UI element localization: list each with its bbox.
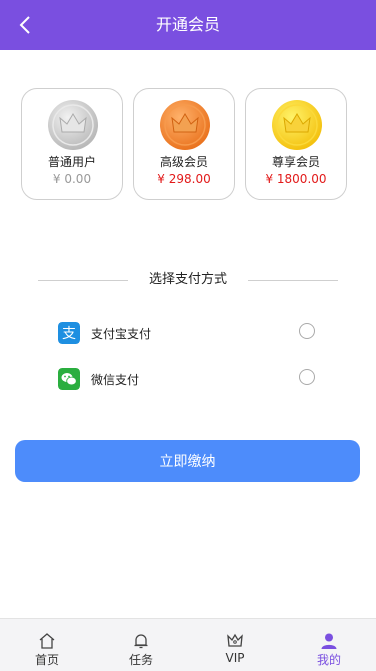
page-title: 开通会员 <box>155 15 220 34</box>
alipay-icon: 支 <box>58 322 80 344</box>
crown-coin-silver-icon <box>48 100 98 150</box>
payment-option-label: 微信支付 <box>91 373 140 387</box>
tier-price: ¥ 298.00 <box>157 172 211 186</box>
tab-tasks[interactable]: 任务 <box>94 619 188 671</box>
wechat-icon <box>58 368 80 390</box>
payment-option-label: 支付宝支付 <box>91 327 152 341</box>
svg-text:支: 支 <box>62 326 76 342</box>
tier-name: 普通用户 <box>47 155 96 169</box>
tier-price: ¥ 1800.00 <box>265 172 327 186</box>
payment-option-wechat[interactable]: 微信支付 <box>58 368 318 392</box>
tab-home[interactable]: 首页 <box>0 619 94 671</box>
tier-card-premium[interactable]: 尊享会员 ¥ 1800.00 <box>245 88 347 200</box>
membership-tier-list: 普通用户 ¥ 0.00 高级会员 ¥ 298.00 尊享会员 ¥ 1800.00 <box>21 88 355 200</box>
tier-name: 尊享会员 <box>271 155 320 169</box>
divider-right <box>248 280 338 281</box>
bell-icon <box>134 634 148 649</box>
top-navbar: 开通会员 <box>0 0 376 50</box>
crown-icon <box>227 633 243 647</box>
payment-option-alipay[interactable]: 支 支付宝支付 <box>58 322 318 346</box>
radio-button[interactable] <box>299 369 315 385</box>
crown-coin-gold-icon <box>272 100 322 150</box>
tab-label: 我的 <box>316 653 341 667</box>
tab-label: 任务 <box>128 653 153 667</box>
tier-price: ¥ 0.00 <box>52 172 92 186</box>
pay-now-button[interactable]: 立即缴纳 <box>15 440 360 482</box>
tier-card-normal[interactable]: 普通用户 ¥ 0.00 <box>21 88 123 200</box>
tab-mine[interactable]: 我的 <box>282 619 376 671</box>
tier-name: 高级会员 <box>159 155 208 169</box>
tab-label: 首页 <box>34 653 59 667</box>
tier-card-advanced[interactable]: 高级会员 ¥ 298.00 <box>133 88 235 200</box>
bottom-tab-bar: 首页 任务 VIP 我的 <box>0 618 376 671</box>
tab-label: VIP <box>225 651 245 665</box>
tab-vip[interactable]: VIP <box>188 619 282 671</box>
crown-coin-bronze-icon <box>160 100 210 150</box>
user-icon <box>321 633 337 649</box>
payment-section-header: 选择支付方式 <box>38 270 338 290</box>
home-icon <box>39 633 55 649</box>
radio-button[interactable] <box>299 323 315 339</box>
